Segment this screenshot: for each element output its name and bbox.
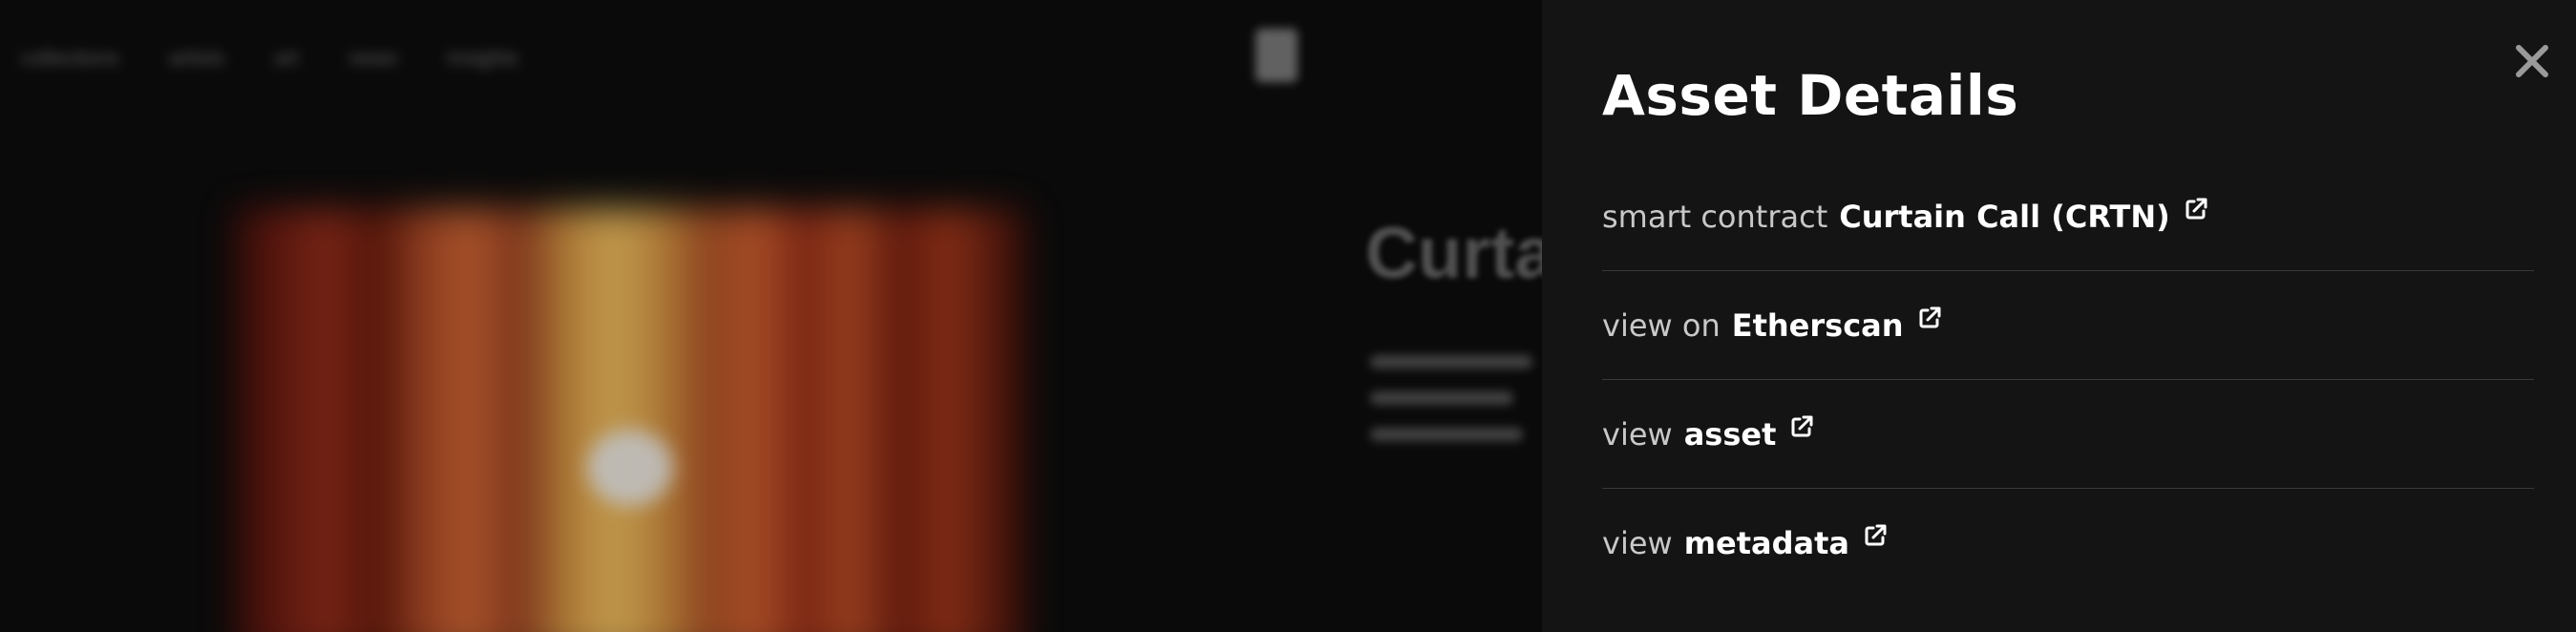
external-link-icon[interactable] bbox=[1917, 305, 1942, 330]
asset-row: view asset bbox=[1602, 380, 2534, 489]
row-prefix: smart contract bbox=[1602, 198, 1828, 235]
row-prefix: view bbox=[1602, 525, 1673, 561]
smart-contract-row: smart contract Curtain Call (CRTN) bbox=[1602, 162, 2534, 271]
background-nav: collections artists art news insights bbox=[21, 46, 518, 71]
site-logo bbox=[1256, 29, 1298, 82]
asset-link[interactable]: asset bbox=[1684, 416, 1777, 453]
metadata-row: view metadata bbox=[1602, 489, 2534, 598]
etherscan-row: view on Etherscan bbox=[1602, 271, 2534, 380]
nav-item-artists: artists bbox=[168, 46, 225, 70]
external-link-icon[interactable] bbox=[1863, 523, 1888, 548]
nav-item-news: news bbox=[348, 46, 398, 70]
asset-details-list: smart contract Curtain Call (CRTN) view … bbox=[1602, 162, 2534, 598]
artwork-meta bbox=[1370, 355, 1532, 441]
background-page: collections artists art news insights Cu… bbox=[0, 0, 1542, 632]
external-link-icon[interactable] bbox=[1789, 414, 1814, 439]
page: collections artists art news insights Cu… bbox=[0, 0, 2576, 632]
etherscan-link[interactable]: Etherscan bbox=[1732, 307, 1904, 344]
metadata-link[interactable]: metadata bbox=[1684, 525, 1849, 561]
artwork-spotlight bbox=[587, 430, 673, 506]
external-link-icon[interactable] bbox=[2184, 197, 2208, 221]
nav-item-insights: insights bbox=[447, 46, 519, 70]
nav-item-collections: collections bbox=[21, 46, 119, 70]
close-icon bbox=[2516, 45, 2548, 77]
close-button[interactable] bbox=[2513, 42, 2551, 80]
row-prefix: view bbox=[1602, 415, 1673, 453]
artwork-meta-line bbox=[1370, 391, 1513, 405]
nav-item-art: art bbox=[274, 46, 300, 70]
artwork-image bbox=[234, 208, 1026, 632]
artwork-title: Curta bbox=[1365, 213, 1542, 294]
row-prefix: view on bbox=[1602, 306, 1721, 344]
asset-details-drawer: Asset Details smart contract Curtain Cal… bbox=[1542, 0, 2576, 632]
drawer-title: Asset Details bbox=[1602, 63, 2019, 128]
artwork-meta-line bbox=[1370, 355, 1532, 369]
artwork-meta-line bbox=[1370, 428, 1523, 441]
smart-contract-link[interactable]: Curtain Call (CRTN) bbox=[1839, 199, 2170, 235]
